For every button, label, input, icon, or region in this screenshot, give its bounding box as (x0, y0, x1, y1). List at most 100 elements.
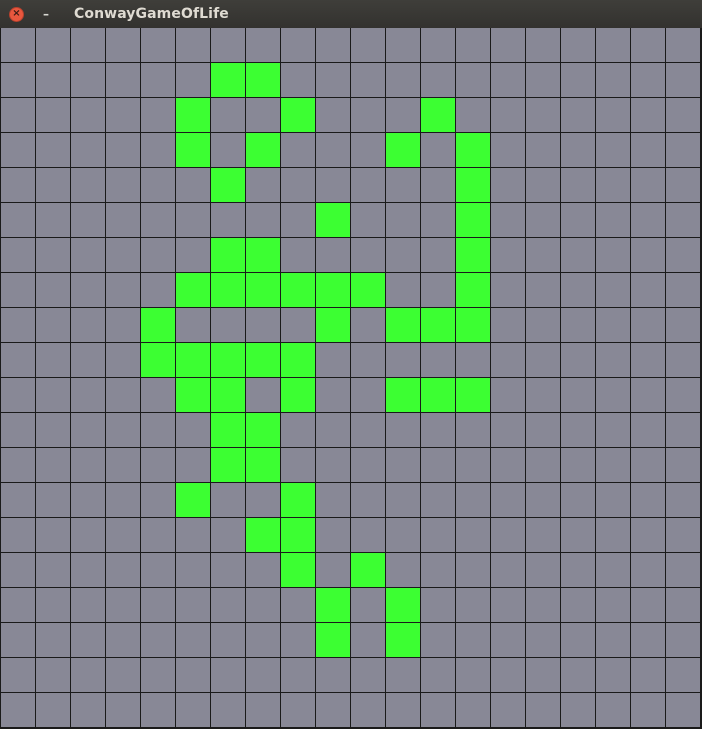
cell-dead[interactable] (316, 343, 350, 377)
cell-dead[interactable] (141, 693, 175, 727)
cell-alive[interactable] (281, 343, 315, 377)
cell-dead[interactable] (666, 273, 700, 307)
cell-alive[interactable] (281, 518, 315, 552)
cell-dead[interactable] (106, 308, 140, 342)
cell-dead[interactable] (141, 133, 175, 167)
cell-dead[interactable] (421, 28, 455, 62)
cell-dead[interactable] (176, 623, 210, 657)
cell-dead[interactable] (386, 448, 420, 482)
cell-dead[interactable] (526, 133, 560, 167)
cell-dead[interactable] (176, 28, 210, 62)
cell-dead[interactable] (106, 448, 140, 482)
cell-dead[interactable] (666, 63, 700, 97)
cell-dead[interactable] (1, 483, 35, 517)
cell-dead[interactable] (351, 133, 385, 167)
cell-alive[interactable] (176, 483, 210, 517)
cell-dead[interactable] (386, 63, 420, 97)
cell-dead[interactable] (491, 238, 525, 272)
cell-alive[interactable] (316, 203, 350, 237)
cell-dead[interactable] (666, 308, 700, 342)
cell-dead[interactable] (491, 623, 525, 657)
cell-dead[interactable] (491, 343, 525, 377)
cell-dead[interactable] (491, 483, 525, 517)
cell-dead[interactable] (666, 553, 700, 587)
cell-dead[interactable] (246, 588, 280, 622)
cell-alive[interactable] (281, 553, 315, 587)
cell-dead[interactable] (36, 308, 70, 342)
cell-dead[interactable] (316, 168, 350, 202)
cell-dead[interactable] (141, 273, 175, 307)
cell-dead[interactable] (351, 448, 385, 482)
cell-dead[interactable] (526, 518, 560, 552)
cell-dead[interactable] (631, 343, 665, 377)
cell-dead[interactable] (421, 658, 455, 692)
cell-dead[interactable] (36, 133, 70, 167)
cell-dead[interactable] (491, 28, 525, 62)
cell-dead[interactable] (176, 553, 210, 587)
cell-dead[interactable] (281, 658, 315, 692)
cell-dead[interactable] (456, 28, 490, 62)
cell-dead[interactable] (71, 448, 105, 482)
cell-alive[interactable] (456, 378, 490, 412)
cell-dead[interactable] (71, 273, 105, 307)
cell-dead[interactable] (351, 308, 385, 342)
cell-dead[interactable] (386, 658, 420, 692)
cell-dead[interactable] (1, 623, 35, 657)
cell-alive[interactable] (316, 623, 350, 657)
cell-dead[interactable] (1, 378, 35, 412)
cell-dead[interactable] (281, 693, 315, 727)
cell-dead[interactable] (351, 203, 385, 237)
cell-dead[interactable] (71, 308, 105, 342)
cell-dead[interactable] (1, 98, 35, 132)
cell-alive[interactable] (211, 413, 245, 447)
cell-dead[interactable] (1, 693, 35, 727)
cell-dead[interactable] (106, 343, 140, 377)
cell-dead[interactable] (386, 28, 420, 62)
cell-dead[interactable] (316, 693, 350, 727)
cell-alive[interactable] (246, 273, 280, 307)
cell-dead[interactable] (666, 378, 700, 412)
cell-dead[interactable] (106, 588, 140, 622)
cell-dead[interactable] (421, 588, 455, 622)
cell-alive[interactable] (456, 203, 490, 237)
cell-dead[interactable] (1, 448, 35, 482)
cell-dead[interactable] (596, 63, 630, 97)
cell-dead[interactable] (631, 238, 665, 272)
cell-dead[interactable] (561, 448, 595, 482)
cell-dead[interactable] (561, 308, 595, 342)
cell-alive[interactable] (386, 133, 420, 167)
cell-dead[interactable] (666, 203, 700, 237)
cell-dead[interactable] (596, 413, 630, 447)
cell-dead[interactable] (316, 553, 350, 587)
cell-alive[interactable] (351, 273, 385, 307)
cell-dead[interactable] (456, 98, 490, 132)
cell-dead[interactable] (561, 238, 595, 272)
cell-dead[interactable] (106, 483, 140, 517)
cell-dead[interactable] (421, 133, 455, 167)
cell-dead[interactable] (596, 623, 630, 657)
cell-dead[interactable] (491, 98, 525, 132)
cell-dead[interactable] (386, 98, 420, 132)
cell-dead[interactable] (526, 588, 560, 622)
cell-dead[interactable] (316, 98, 350, 132)
cell-dead[interactable] (561, 28, 595, 62)
cell-dead[interactable] (666, 238, 700, 272)
cell-dead[interactable] (71, 518, 105, 552)
cell-dead[interactable] (596, 588, 630, 622)
cell-dead[interactable] (281, 413, 315, 447)
cell-dead[interactable] (596, 133, 630, 167)
cell-dead[interactable] (491, 168, 525, 202)
cell-dead[interactable] (666, 518, 700, 552)
cell-dead[interactable] (36, 343, 70, 377)
cell-dead[interactable] (421, 63, 455, 97)
cell-dead[interactable] (211, 28, 245, 62)
cell-dead[interactable] (106, 273, 140, 307)
cell-dead[interactable] (491, 518, 525, 552)
cell-dead[interactable] (561, 168, 595, 202)
cell-alive[interactable] (211, 343, 245, 377)
cell-dead[interactable] (351, 238, 385, 272)
cell-dead[interactable] (246, 623, 280, 657)
cell-dead[interactable] (316, 378, 350, 412)
cell-alive[interactable] (141, 308, 175, 342)
cell-dead[interactable] (491, 273, 525, 307)
